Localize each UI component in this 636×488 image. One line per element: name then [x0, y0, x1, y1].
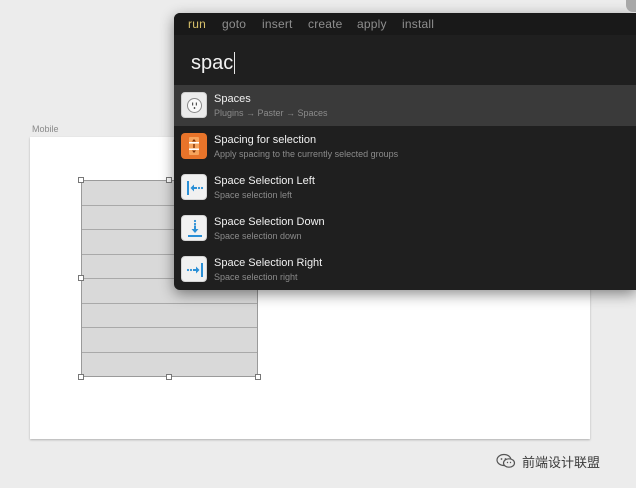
group-row-divider — [82, 303, 257, 304]
resize-handle-top-left[interactable] — [78, 177, 84, 183]
command-run[interactable]: run — [188, 17, 206, 31]
resize-handle-top[interactable] — [166, 177, 172, 183]
wechat-icon — [496, 453, 516, 469]
result-title: Spacing for selection — [214, 134, 317, 146]
outlet-icon — [181, 92, 207, 118]
result-title: Space Selection Right — [214, 257, 323, 269]
search-query: spac — [191, 51, 234, 74]
resize-handle-left[interactable] — [78, 275, 84, 281]
result-subtitle: Space selection down — [214, 231, 302, 241]
group-row-divider — [82, 327, 257, 328]
result-subtitle: Apply spacing to the currently selected … — [214, 149, 399, 159]
arrow-down-icon — [181, 215, 207, 241]
command-palette: run goto insert create apply install spa… — [174, 13, 636, 290]
spacing-icon — [181, 133, 207, 159]
resize-handle-bottom-right[interactable] — [255, 374, 261, 380]
command-goto[interactable]: goto — [222, 17, 246, 31]
artboard-label[interactable]: Mobile — [32, 124, 59, 134]
window-corner-control — [626, 0, 636, 12]
resize-handle-bottom[interactable] — [166, 374, 172, 380]
result-item-spacing-for-selection[interactable]: Spacing for selection Apply spacing to t… — [174, 126, 636, 167]
arrow-right-icon — [181, 256, 207, 282]
result-subtitle: Space selection left — [214, 190, 293, 200]
text-caret — [234, 52, 236, 74]
group-row-divider — [82, 352, 257, 353]
result-item-space-selection-right[interactable]: Space Selection Right Space selection ri… — [174, 249, 636, 290]
result-title: Spaces — [214, 93, 251, 105]
arrow-left-icon — [181, 174, 207, 200]
result-item-spaces[interactable]: Spaces Plugins → Paster → Spaces — [174, 85, 636, 126]
result-subtitle: Space selection right — [214, 272, 298, 282]
watermark-text: 前端设计联盟 — [522, 454, 601, 470]
command-insert[interactable]: insert — [262, 17, 293, 31]
result-title: Space Selection Down — [214, 216, 325, 228]
result-subtitle: Plugins → Paster → Spaces — [214, 108, 328, 118]
result-title: Space Selection Left — [214, 175, 315, 187]
command-apply[interactable]: apply — [357, 17, 387, 31]
command-create[interactable]: create — [308, 17, 343, 31]
command-install[interactable]: install — [402, 17, 434, 31]
search-input[interactable]: spac — [191, 49, 236, 77]
resize-handle-bottom-left[interactable] — [78, 374, 84, 380]
watermark: 前端设计联盟 — [496, 452, 600, 470]
command-bar: run goto insert create apply install — [174, 13, 636, 35]
result-item-space-selection-down[interactable]: Space Selection Down Space selection dow… — [174, 208, 636, 249]
result-item-space-selection-left[interactable]: Space Selection Left Space selection lef… — [174, 167, 636, 208]
